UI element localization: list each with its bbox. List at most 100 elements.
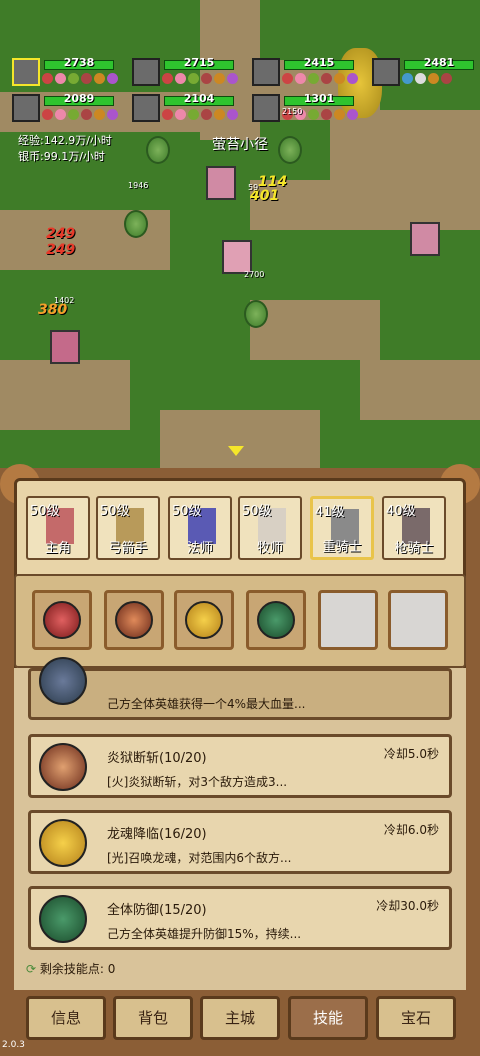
skill-cooldown: 冷却30.0秒 <box>376 899 439 913</box>
melon-enemy[interactable] <box>146 136 170 164</box>
buff-icons <box>42 73 118 84</box>
damage-number: 249 <box>46 226 76 242</box>
hero-portrait <box>12 94 40 122</box>
location-title: 萤苔小径 <box>212 137 268 153</box>
exp-rate: 经验:142.9万/小时 <box>18 134 112 147</box>
skill-slot[interactable] <box>174 590 234 650</box>
hp-value: 2738 <box>63 56 95 69</box>
skill-slot[interactable] <box>32 590 92 650</box>
skill-name: 全体防御(15/20) <box>107 903 207 918</box>
hero-tab-priest[interactable]: 50级 牧师 <box>238 496 302 560</box>
melon-enemy[interactable] <box>124 210 148 238</box>
hp-value: 2415 <box>303 56 335 69</box>
points-label: 剩余技能点: 0 <box>39 962 116 976</box>
hero-portrait <box>252 58 280 86</box>
collapse-arrow-icon[interactable] <box>228 446 244 456</box>
melon-enemy[interactable] <box>244 300 268 328</box>
melon-enemy[interactable] <box>278 136 302 164</box>
shield-skill-icon <box>257 601 295 639</box>
nav-gems[interactable]: 宝石 <box>376 996 456 1040</box>
hero-sprite <box>206 166 236 200</box>
dirt-path <box>360 360 480 420</box>
hero-tab-main[interactable]: 50级 主角 <box>26 496 90 560</box>
skill-slot[interactable] <box>104 590 164 650</box>
sword-skill-icon <box>39 743 87 791</box>
skill-slot[interactable] <box>246 590 306 650</box>
hero-portrait <box>132 94 160 122</box>
enemy-hp: 2150 <box>282 107 303 116</box>
hero-level: 50级 <box>100 504 130 519</box>
nav-skills[interactable]: 技能 <box>288 996 368 1040</box>
skill-card[interactable]: 炎狱断斩(10/20) 冷却5.0秒 [火]炎狱断斩，对3个敌方造成3... <box>28 734 452 798</box>
hero-name: 法师 <box>186 541 213 556</box>
shield-skill-icon <box>39 895 87 943</box>
hero-portrait <box>132 58 160 86</box>
skill-list[interactable]: 己方全体英雄获得一个4%最大血量... 炎狱断斩(10/20) 冷却5.0秒 [… <box>14 657 466 990</box>
skill-name: 龙魂降临(16/20) <box>107 827 207 842</box>
hero-sprite <box>50 330 80 364</box>
hero-portrait <box>12 58 40 86</box>
hero-tab-archer[interactable]: 50级 弓箭手 <box>96 496 160 560</box>
hero-name: 枪骑士 <box>394 541 434 556</box>
hp-value: 2481 <box>423 56 455 69</box>
equipped-skills <box>14 574 466 668</box>
enemy-hp: 2700 <box>244 270 265 279</box>
hero-tab-lancer[interactable]: 40级 枪骑士 <box>382 496 446 560</box>
remaining-points: ⟳ 剩余技能点: 0 <box>26 960 115 977</box>
nav-bag[interactable]: 背包 <box>113 996 193 1040</box>
hp-value: 1301 <box>303 92 335 105</box>
enemy-hp: 59 <box>248 183 259 192</box>
skill-description: 己方全体英雄获得一个4%最大血量... <box>107 697 306 711</box>
hero-tab-mage[interactable]: 50级 法师 <box>168 496 232 560</box>
enemy-hp: 1946 <box>128 181 149 190</box>
skill-description: 己方全体英雄提升防御15%，持续... <box>107 927 302 941</box>
refresh-icon: ⟳ <box>26 962 40 976</box>
hero-level: 50级 <box>30 504 60 519</box>
damage-number: 249 <box>46 242 76 258</box>
skill-slot-empty[interactable] <box>388 590 448 650</box>
hero-level: 40级 <box>386 504 416 519</box>
skill-name: 炎狱断斩(10/20) <box>107 751 207 766</box>
hero-level: 50级 <box>242 504 272 519</box>
nav-info[interactable]: 信息 <box>26 996 106 1040</box>
hero-name: 重骑士 <box>322 540 362 555</box>
nav-city[interactable]: 主城 <box>200 996 280 1040</box>
hp-value: 2089 <box>63 92 95 105</box>
game-map[interactable]: 2738 2715 2415 2481 2089 2104 1301 经验:14… <box>0 0 480 470</box>
dragon-skill-icon <box>39 819 87 867</box>
silver-rate: 银币:99.1万/小时 <box>18 150 105 163</box>
hero-level: 41级 <box>315 505 345 520</box>
buff-icons <box>162 73 238 84</box>
skill-slot-empty[interactable] <box>318 590 378 650</box>
dirt-path <box>0 360 130 430</box>
buff-icons <box>402 73 452 84</box>
dragon-skill-icon <box>185 601 223 639</box>
party-card[interactable]: 2481 <box>366 56 480 104</box>
sword-skill-icon <box>43 601 81 639</box>
skill-card[interactable]: 己方全体英雄获得一个4%最大血量... <box>28 657 452 720</box>
shield-skill-icon <box>39 657 87 705</box>
skill-cooldown: 冷却6.0秒 <box>383 823 439 837</box>
skill-description: [光]召唤龙魂，对范围内6个敌方... <box>107 851 292 865</box>
skill-card[interactable]: 龙魂降临(16/20) 冷却6.0秒 [光]召唤龙魂，对范围内6个敌方... <box>28 810 452 874</box>
hero-level: 50级 <box>172 504 202 519</box>
hero-name: 牧师 <box>256 541 283 556</box>
buff-icons <box>162 109 238 120</box>
version-label: 2.0.3 <box>2 1040 25 1050</box>
skill-description: [火]炎狱断斩，对3个敌方造成3... <box>107 775 288 789</box>
hero-sprite <box>222 240 252 274</box>
hero-portrait <box>252 94 280 122</box>
dirt-path <box>250 300 380 360</box>
skill-card[interactable]: 全体防御(15/20) 冷却30.0秒 己方全体英雄提升防御15%，持续... <box>28 886 452 950</box>
hero-tab-heavy-knight[interactable]: 41级 重骑士 <box>310 496 374 560</box>
hero-name: 弓箭手 <box>108 541 148 556</box>
dirt-path <box>160 410 320 470</box>
hp-value: 2715 <box>183 56 215 69</box>
buff-icons <box>282 73 358 84</box>
sword-skill-icon <box>115 601 153 639</box>
enemy-hp: 1402 <box>54 296 75 305</box>
hero-sprite <box>410 222 440 256</box>
hp-value: 2104 <box>183 92 215 105</box>
bottom-panel: 50级 主角 50级 弓箭手 50级 法师 50级 牧师 41级 重骑士 40级… <box>0 464 480 1056</box>
bottom-nav: 信息 背包 主城 技能 宝石 2.0.3 <box>0 990 480 1056</box>
